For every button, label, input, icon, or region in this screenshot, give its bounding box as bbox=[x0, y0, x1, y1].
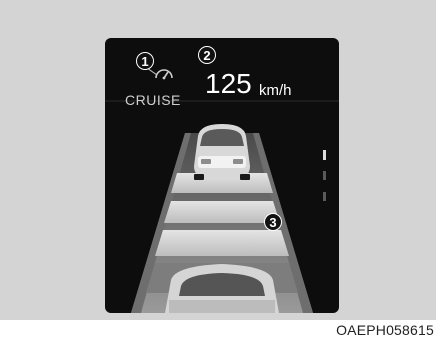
callout-marker-3: 3 bbox=[264, 213, 282, 231]
speed-unit: km/h bbox=[259, 82, 292, 99]
set-speed-value: 125 bbox=[205, 68, 252, 99]
vehicle-ahead-icon bbox=[194, 124, 250, 180]
own-vehicle-icon bbox=[165, 264, 279, 313]
callout-marker-1: 1 bbox=[136, 52, 154, 70]
image-code: OAEPH058615 bbox=[336, 322, 434, 338]
callout-marker-2: 2 bbox=[198, 46, 216, 64]
cruise-label: CRUISE bbox=[125, 92, 181, 108]
side-scale bbox=[323, 150, 326, 201]
speedometer-icon bbox=[155, 69, 173, 80]
